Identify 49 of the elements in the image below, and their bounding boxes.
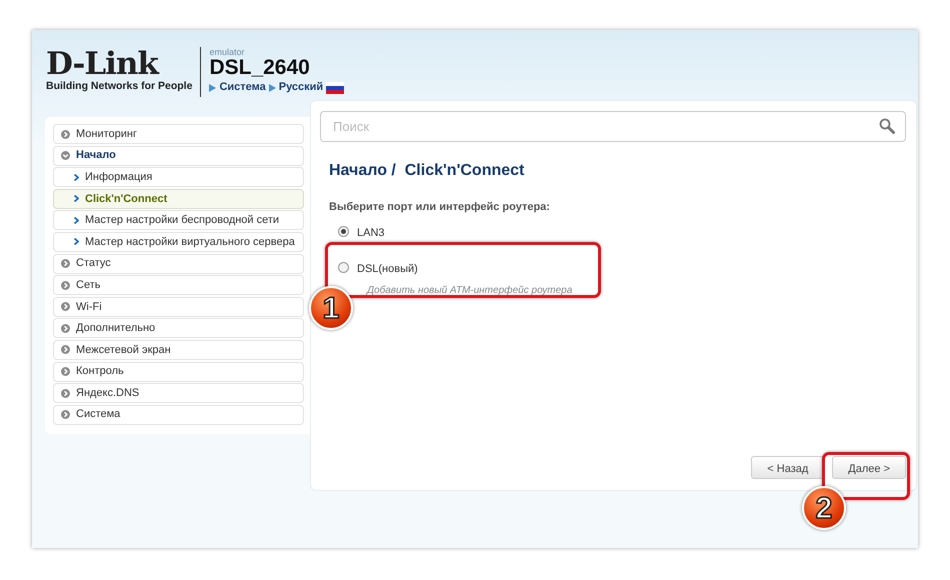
page-title: Начало / Click'n'Connect [329, 161, 526, 181]
radio-button[interactable] [338, 262, 349, 273]
model-name: DSL_2640 [209, 57, 311, 80]
triangle-icon [268, 84, 276, 92]
logo: D-Link [46, 48, 160, 79]
sidebar-subitem[interactable]: Мастер настройки беспроводной сети [53, 210, 304, 230]
chevron-right-icon [61, 410, 70, 420]
flag-icon [326, 82, 344, 94]
sidebar-item[interactable]: Сеть [53, 275, 304, 296]
sidebar-subitem[interactable]: Информация [53, 167, 304, 188]
chevron-right-icon [74, 238, 79, 246]
search-icon[interactable] [879, 118, 895, 134]
breadcrumb-link[interactable]: Русский [278, 79, 324, 96]
triangle-icon [209, 84, 216, 92]
sidebar-subitem[interactable]: Мастер настройки виртуального сервера [53, 232, 304, 252]
chevron-right-icon [61, 259, 70, 268]
chevron-right-icon [61, 302, 70, 312]
breadcrumb-link[interactable]: Система [219, 79, 266, 96]
sidebar-subitem[interactable]: Click'n'Connect [53, 188, 304, 209]
chevron-right-icon [61, 130, 70, 138]
sidebar-item[interactable]: Дополнительно [53, 318, 304, 338]
sidebar-item[interactable]: Wi-Fi [53, 296, 304, 317]
logo-tagline: Building Networks for People [46, 78, 192, 94]
sidebar-item[interactable]: Статус [53, 254, 304, 274]
chevron-right-icon [61, 324, 70, 333]
chevron-right-icon [61, 367, 70, 376]
chevron-right-icon [74, 216, 79, 224]
option-description: Добавить новый ATM-интерфейс роутера [367, 284, 572, 298]
chevron-right-icon [61, 345, 70, 354]
option-label: LAN3 [357, 226, 385, 240]
chevron-right-icon [74, 195, 79, 202]
sidebar-item[interactable]: Межсетевой экран [53, 340, 304, 360]
sidebar-item[interactable]: Система [53, 404, 304, 425]
sidebar-item[interactable]: Контроль [53, 362, 304, 382]
next-button[interactable]: Далее > [832, 456, 906, 479]
chevron-right-icon [74, 174, 79, 181]
sidebar-item[interactable]: Начало [53, 146, 304, 166]
search-field[interactable]: Поиск [320, 111, 906, 142]
step-number: 2 [802, 486, 846, 530]
form-label: Выберите порт или интерфейс роутера: [329, 200, 551, 215]
chevron-right-icon [61, 280, 70, 290]
radio-button[interactable] [338, 226, 349, 236]
chevron-right-icon [61, 388, 70, 398]
sidebar-item[interactable]: Яндекс.DNS [53, 383, 304, 404]
back-button[interactable]: < Назад [751, 456, 824, 479]
chevron-down-icon [61, 151, 70, 160]
option-label: DSL(новый) [357, 262, 419, 277]
sidebar-item[interactable]: Мониторинг [53, 124, 304, 144]
subtitle: emulator [209, 47, 246, 58]
